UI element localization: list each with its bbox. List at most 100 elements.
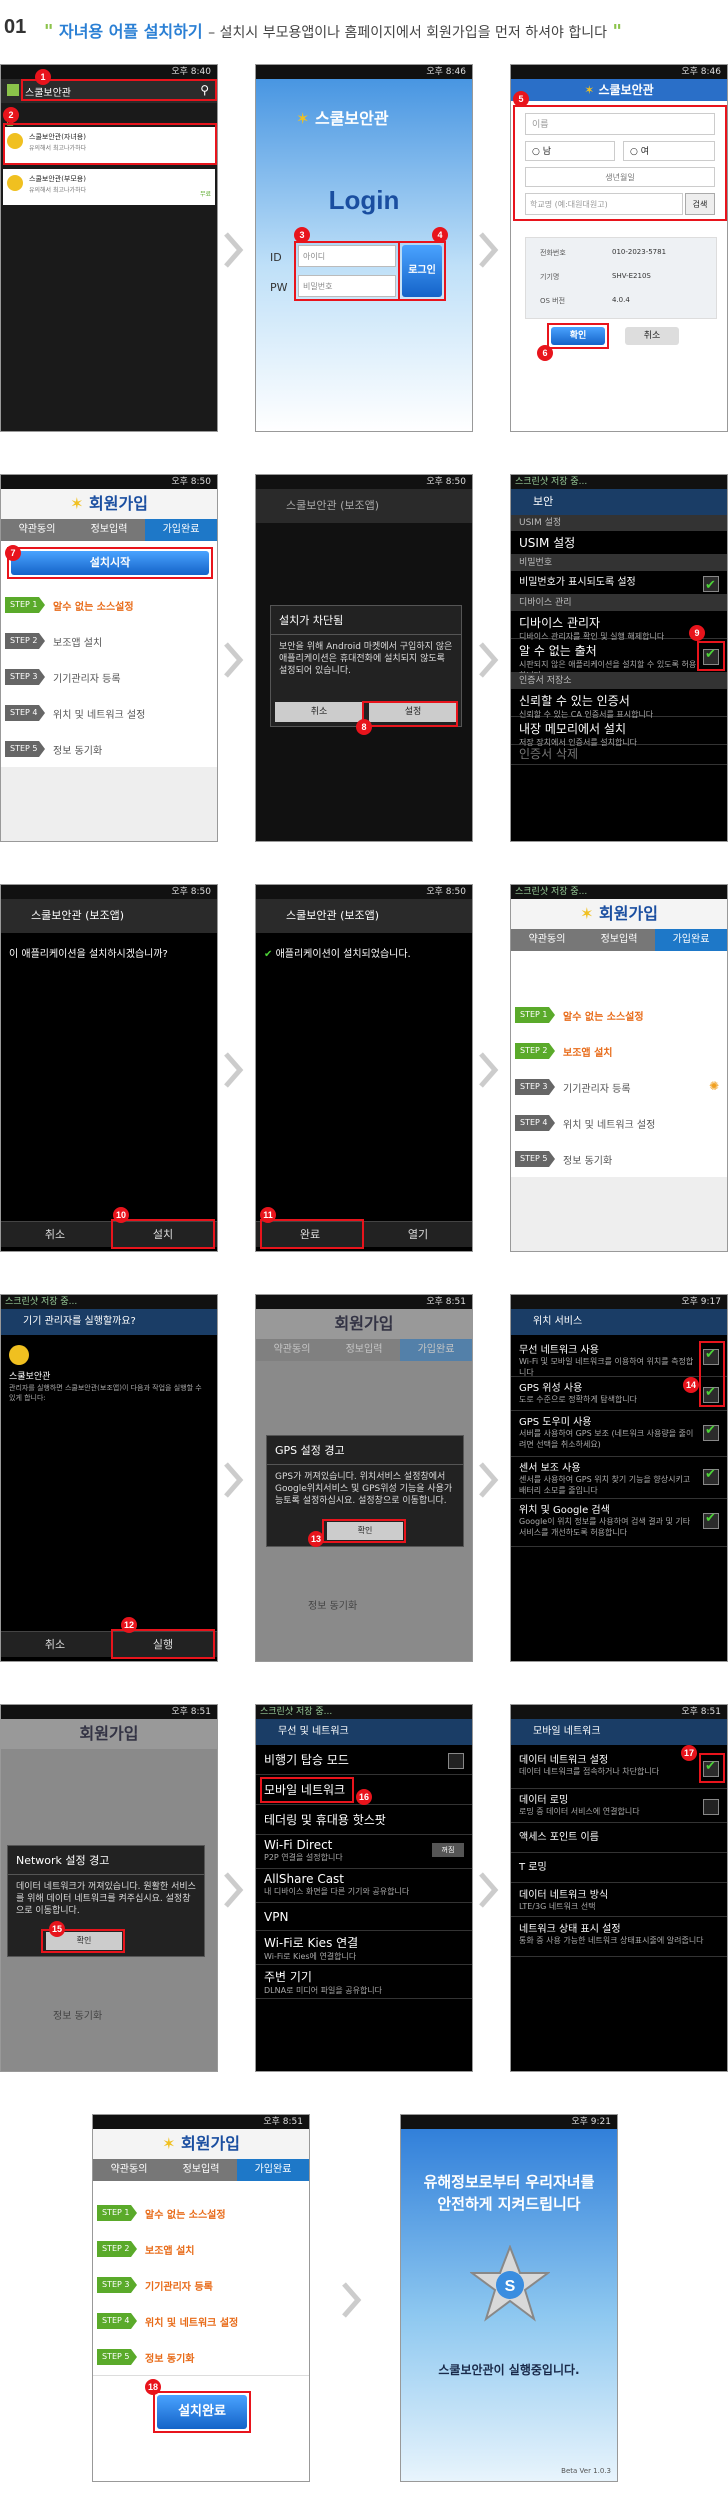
highlight-box	[21, 79, 217, 101]
install-question: 이 애플리케이션을 설치하시겠습니까?	[9, 949, 168, 960]
t-roaming-setting[interactable]: T 로밍	[511, 1853, 727, 1883]
version-label: Beta Ver 1.0.3	[561, 2467, 611, 2475]
step-badge: 11	[260, 1207, 276, 1223]
network-status-setting[interactable]: 네트워크 상태 표시 설정 통화 중 사용 가능한 네트워크 상태표시줄에 알려줍…	[511, 1917, 727, 1957]
settings-title: 무선 및 네트워크	[256, 1719, 472, 1745]
google-location-setting[interactable]: 위치 및 Google 검색 Google이 위치 정보를 사용하여 검색 결과 …	[511, 1499, 727, 1547]
brand-bar: ✶ 스쿨보안관	[511, 79, 727, 101]
checkbox[interactable]	[703, 574, 719, 598]
nearby-devices-setting[interactable]: 주변 기기 DLNA로 미디어 파일을 공유합니다	[256, 1965, 472, 1999]
step-badge: 14	[683, 1377, 699, 1393]
screen-gps-warning: 오후 8:51 회원가입 약관동의 정보입력 가입완료 GPS 설정 경고 GPS가…	[255, 1294, 473, 1662]
member-title: ✶ 회원가입	[93, 2129, 309, 2159]
network-mode-setting[interactable]: 데이터 네트워크 방식 LTE/3G 네트워크 선택	[511, 1883, 727, 1917]
sensor-assist-setting[interactable]: 센서 보조 사용 센서를 사용하여 GPS 위치 찾기 기능을 향상시키고 배터리…	[511, 1457, 727, 1499]
cancel-button[interactable]: 취소	[625, 327, 679, 345]
cancel-button[interactable]: 취소	[1, 1221, 109, 1247]
settings-title: 보안	[511, 489, 727, 515]
step-row: STEP 3 기기관리자 등록	[1, 659, 217, 696]
next-arrow-icon	[222, 230, 244, 270]
tab-terms: 약관동의	[1, 519, 73, 541]
app-header: 스쿨보안관 (보조앱)	[256, 899, 472, 933]
settings-title: 위치 서비스	[511, 1309, 727, 1335]
highlight-box	[260, 1777, 354, 1803]
data-roaming-setting[interactable]: 데이터 로밍 로밍 중 데이터 서비스에 연결합니다	[511, 1789, 727, 1823]
highlight-box	[697, 641, 725, 671]
app-item-parent[interactable]: 스쿨보안관(부모용) 유의해서 최고나가하다 무료	[3, 169, 215, 205]
brand-logo: ✶ 스쿨보안관	[296, 109, 389, 128]
step-badge: 8	[356, 719, 372, 735]
step-badge: 4	[432, 227, 448, 243]
loading-spinner-icon: ✺	[708, 1079, 719, 1093]
screen-install-start: 오후 8:50 ✶ 회원가입 약관동의 정보입력 가입완료 설치시작 STEP …	[0, 474, 218, 842]
highlight-box	[294, 241, 400, 301]
vpn-setting[interactable]: VPN	[256, 1903, 472, 1931]
step-badge: 5	[513, 91, 529, 107]
device-info-panel: 전화번호 010-2023-5781 기기명 SHV-E210S OS 버전 4.0.…	[525, 237, 717, 319]
step-row: STEP 2 보조앱 설치	[1, 623, 217, 660]
trusted-cert-setting[interactable]: 신뢰할 수 있는 인증서 신뢰할 수 있는 CA 인증서를 표시합니다	[511, 689, 727, 719]
toggle-switch[interactable]: 꺼짐	[432, 1843, 464, 1857]
subtitle-text: – 설치시 부모용앱이나 홈페이지에서 회원가입을 먼저 하셔야 합니다	[208, 25, 607, 41]
screen-mobile-network: 오후 8:51 모바일 네트워크 데이터 네트워크 설정 데이터 네트워크를 접속…	[510, 1704, 728, 2072]
screen-install-blocked: 오후 8:50 스쿨보안관 (보조앱) 설치가 차단됨 보안을 위해 Andro…	[255, 474, 473, 842]
next-arrow-icon	[477, 1460, 499, 1500]
usim-setting[interactable]: USIM 설정	[511, 531, 727, 555]
title-text: 자녀용 어플 설치하기	[58, 22, 203, 41]
screen-store-search: 오후 8:40 스쿨보안관 ⚲ 앱 스쿨보안관(자녀용) 유의해서 최고나가하다…	[0, 64, 218, 432]
wifi-direct-setting[interactable]: Wi-Fi Direct P2P 연결을 설정합니다 꺼짐	[256, 1835, 472, 1869]
delete-cert-setting[interactable]: 인증서 삭제	[511, 745, 727, 765]
screen-register: 오후 8:46 ✶ 스쿨보안관 이름 ○ 남 ○ 여 생년월일 학교명 (예:대…	[510, 64, 728, 432]
splash-slogan: 유해정보로부터 우리자녀를 안전하게 지켜드립니다	[423, 2173, 595, 2213]
highlight-box	[513, 105, 727, 221]
kies-setting[interactable]: Wi-Fi로 Kies 연결 Wi-Fi로 Kies에 연결합니다	[256, 1931, 472, 1965]
next-arrow-icon	[477, 1050, 499, 1090]
section-number: 01	[4, 16, 27, 38]
step-row: STEP 1 알수 없는 소스설정	[1, 587, 217, 624]
screen-device-admin: 스크린샷 저장 중... 기기 관리자를 실행할까요? 스쿨보안관 관리자를 실…	[0, 1294, 218, 1662]
member-title: ✶ 회원가입	[511, 899, 727, 929]
step-badge: 7	[5, 545, 21, 561]
install-from-storage-setting[interactable]: 내장 메모리에서 설치 저장 장치에서 인증서를 설치합니다	[511, 717, 727, 747]
step-badge: 12	[121, 1617, 137, 1633]
page-header: 01 " 자녀용 어플 설치하기 – 설치시 부모용앱이나 홈페이지에서 회원가…	[0, 6, 728, 46]
screen-network-warning: 오후 8:51 회원가입 Network 설정 경고 데이터 네트워크가 꺼져있…	[0, 1704, 218, 2072]
next-arrow-icon	[222, 1870, 244, 1910]
wireless-location-setting[interactable]: 무선 네트워크 사용 Wi-Fi 및 모바일 네트워크를 이용하여 위치를 측정합…	[511, 1339, 727, 1377]
show-password-setting[interactable]: 비밀번호가 표시되도록 설정	[511, 571, 727, 598]
highlight-box	[398, 241, 446, 301]
login-heading: Login	[328, 185, 400, 215]
screen-login: 오후 8:46 ✶ 스쿨보안관 Login ID PW 아이디 비밀번호 로그인…	[255, 64, 473, 432]
sheriff-star-icon	[7, 175, 23, 191]
cancel-button[interactable]: 취소	[275, 702, 363, 722]
member-tabs: 약관동의 정보입력 가입완료	[511, 929, 727, 951]
tethering-setting[interactable]: 테더링 및 휴대용 핫스팟	[256, 1805, 472, 1835]
gps-assist-setting[interactable]: GPS 도우미 사용 서버를 사용하여 GPS 보조 (네트워크 사용량을 줄이려…	[511, 1411, 727, 1457]
step-row: STEP 4 위치 및 네트워크 설정	[1, 695, 217, 732]
step-badge: 13	[308, 1531, 324, 1547]
step-badge: 9	[689, 625, 705, 641]
step-badge: 3	[294, 227, 310, 243]
sheriff-star-icon	[9, 1345, 29, 1365]
member-tabs: 약관동의 정보입력 가입완료	[1, 519, 217, 541]
step-badge: 16	[356, 1789, 372, 1805]
highlight-box	[362, 701, 458, 727]
next-arrow-icon	[222, 1050, 244, 1090]
cancel-button[interactable]: 취소	[1, 1631, 109, 1657]
allshare-setting[interactable]: AllShare Cast 내 디바이스 화면을 다른 기기와 공유합니다	[256, 1869, 472, 1903]
screen-splash: 오후 9:21 유해정보로부터 우리자녀를 안전하게 지켜드립니다 S 스쿨보안…	[400, 2114, 618, 2482]
apn-setting[interactable]: 액세스 포인트 이름	[511, 1823, 727, 1853]
screen-steps-progress: 스크린샷 저장 중... ✶ 회원가입 약관동의 정보입력 가입완료 STEP 1알…	[510, 884, 728, 1252]
next-arrow-icon	[222, 1460, 244, 1500]
dialog-title: 기기 관리자를 실행할까요?	[1, 1309, 217, 1335]
screen-wireless-networks: 스크린샷 저장 중... 무선 및 네트워크 비행기 탑승 모드 모바일 네트워…	[255, 1704, 473, 2072]
step-badge: 1	[35, 69, 51, 85]
highlight-box	[111, 1629, 215, 1659]
open-button[interactable]: 열기	[364, 1221, 472, 1247]
installed-message: ✔ 애플리케이션이 설치되었습니다.	[264, 949, 411, 960]
highlight-box	[547, 323, 609, 349]
unknown-sources-setting[interactable]: 알 수 없는 출처시판되지 않은 애플리케이션을 설치할 수 있도록 허용합니다	[511, 639, 727, 680]
highlight-box	[153, 2391, 251, 2433]
airplane-mode-setting[interactable]: 비행기 탑승 모드	[256, 1745, 472, 1775]
next-arrow-icon	[222, 640, 244, 680]
